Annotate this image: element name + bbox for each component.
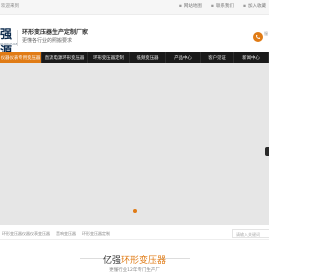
banner-next-arrow[interactable] <box>265 147 269 156</box>
nav-item-custom-transformer[interactable]: 环形变压器定制 <box>88 52 130 63</box>
logo-subtext: QIANGYUAN <box>0 42 19 46</box>
nav-item-dc-power-transformer[interactable]: 直流电源环形变压器 <box>42 52 88 63</box>
nav-item-low-frequency-transformer[interactable]: 低频变压器 <box>130 52 166 63</box>
hero-banner[interactable] <box>0 63 269 225</box>
hot-keyword-link[interactable]: 环形变压器定制 <box>82 231 110 237</box>
section-title-highlight: 环形变压器 <box>121 256 167 266</box>
favorite-icon: ▪ <box>242 4 246 9</box>
banner-pagination-dot[interactable] <box>133 209 137 213</box>
nav-item-news[interactable]: 新闻中心 <box>234 52 269 63</box>
phone-icon <box>253 32 263 42</box>
section-title-prefix: 亿强 <box>102 256 121 266</box>
nav-item-products[interactable]: 产品中心 <box>166 52 201 63</box>
section-subtitle: 更懂行业12年专门生产厂 <box>109 268 160 273</box>
top-link-contact[interactable]: ▪ 联系我们 <box>211 3 234 9</box>
site-logo[interactable]: 强源 <box>0 25 17 58</box>
slogan-sub: 更懂各行业的照搬要求 <box>22 38 73 44</box>
hot-keyword-link[interactable]: 仪器仪表变压器 <box>22 231 50 237</box>
welcome-text: 欢迎来到 <box>1 4 19 9</box>
contact-icon: ▪ <box>210 4 214 9</box>
keyword-search-bar: 环形变压器 仪器仪表变压器 音响变压器 环形变压器定制 请输入关键词 <box>0 227 269 240</box>
top-utility-bar: 欢迎来到 ▪ 网站地图 ▪ 联系我们 ▪ 加入收藏 <box>0 0 269 15</box>
search-input[interactable]: 请输入关键词 <box>232 229 269 238</box>
slogan-main: 环形变压器生产定制厂家 <box>22 29 89 36</box>
nav-item-instrument-transformer[interactable]: 仪器仪表专用变压器 <box>0 52 42 63</box>
nav-item-testimonials[interactable]: 客户见证 <box>201 52 234 63</box>
top-links: ▪ 网站地图 ▪ 联系我们 ▪ 加入收藏 <box>179 3 266 9</box>
hot-keyword-link[interactable]: 音响变压器 <box>56 231 76 237</box>
top-link-favorite[interactable]: ▪ 加入收藏 <box>243 3 266 9</box>
site-header: 强源 QIANGYUAN 环形变压器生产定制厂家 更懂各行业的照搬要求 服 <box>0 15 269 58</box>
section-title: 亿强环形变压器 <box>0 253 269 266</box>
sitemap-icon: ▪ <box>178 4 182 9</box>
top-link-sitemap[interactable]: ▪ 网站地图 <box>179 3 202 9</box>
phone-label: 服 <box>264 31 268 36</box>
main-nav: 仪器仪表专用变压器 直流电源环形变压器 环形变压器定制 低频变压器 产品中心 客… <box>0 52 269 63</box>
header-divider <box>17 30 18 46</box>
hot-keyword-link[interactable]: 环形变压器 <box>2 231 22 237</box>
section-heading: 亿强环形变压器 更懂行业12年专门生产厂 <box>0 241 269 275</box>
